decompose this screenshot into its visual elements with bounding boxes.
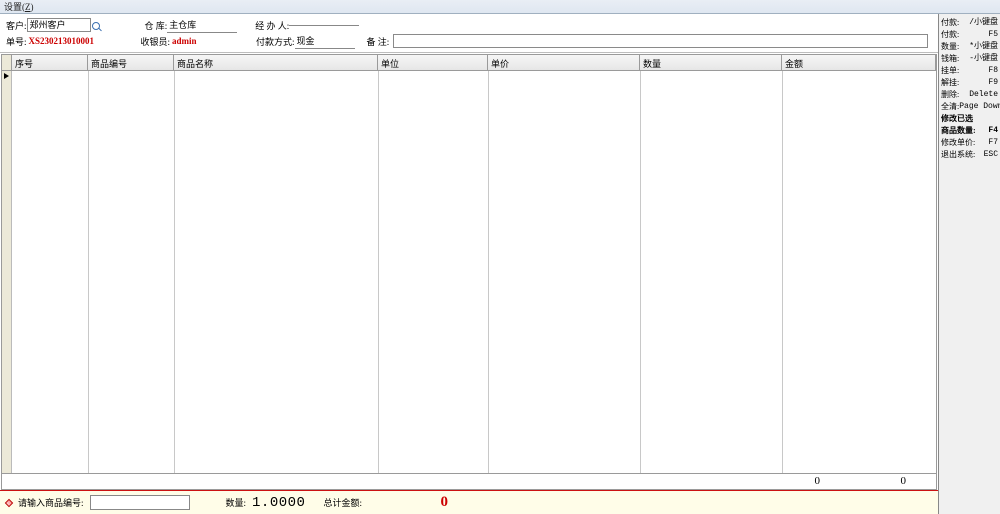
search-icon[interactable]	[91, 21, 103, 33]
customer-input[interactable]: 郑州客户	[27, 18, 91, 32]
menubar[interactable]: 设置(Z)	[0, 0, 1000, 14]
warehouse-value[interactable]: 主仓库	[167, 18, 237, 33]
customer-label: 客户:	[6, 19, 27, 32]
input-bar: 请输入商品编号: 数量: 1.0000 总计金额: 0	[0, 490, 938, 514]
total-value: 0	[368, 494, 448, 511]
col-name[interactable]: 商品名称	[174, 55, 378, 70]
shortcut-sidebar: 付款:/小键盘付款:F5数量:*小键盘钱箱:-小键盘挂单:F8解挂:F9删除:D…	[938, 14, 1000, 514]
shortcut-row: 删除:Delete	[941, 89, 998, 101]
grid-body[interactable]	[2, 71, 936, 473]
shortcut-row: 付款:/小键盘	[941, 17, 998, 29]
shortcut-row: 退出系统:ESC	[941, 149, 998, 161]
shortcut-row: 商品数量:F4	[941, 125, 998, 137]
shortcut-row: 解挂:F9	[941, 77, 998, 89]
col-price[interactable]: 单价	[488, 55, 640, 70]
orderno-label: 单号:	[6, 35, 27, 48]
col-qty[interactable]: 数量	[640, 55, 782, 70]
qty-label: 数量:	[226, 496, 247, 509]
paymethod-value[interactable]: 现金	[295, 34, 355, 49]
prompt-label: 请输入商品编号:	[18, 496, 84, 509]
shortcut-row: 钱箱:-小键盘	[941, 53, 998, 65]
col-seq[interactable]: 序号	[12, 55, 88, 70]
qty-value[interactable]: 1.0000	[252, 495, 305, 511]
shortcut-row: 修改已选	[941, 113, 998, 125]
cashier-value: admin	[170, 34, 240, 48]
diamond-icon	[5, 498, 13, 506]
col-amount[interactable]: 金额	[782, 55, 936, 70]
menu-settings[interactable]: 设置(Z)	[4, 2, 34, 12]
orderno-value: XS230213010001	[27, 34, 111, 48]
grid-header: 序号 商品编号 商品名称 单位 单价 数量 金额	[2, 55, 936, 71]
grid-footer: 0 0	[2, 473, 936, 489]
shortcut-row: 全清:Page Down	[941, 101, 998, 113]
col-code[interactable]: 商品编号	[88, 55, 174, 70]
product-code-input[interactable]	[90, 495, 190, 510]
warehouse-label: 仓 库:	[145, 19, 168, 32]
form-area: 客户: 郑州客户 仓 库: 主仓库 经 办 人: 单号: XS230213010…	[0, 14, 938, 53]
shortcut-row: 付款:F5	[941, 29, 998, 41]
data-grid[interactable]: 序号 商品编号 商品名称 单位 单价 数量 金额	[1, 54, 937, 490]
shortcut-row: 修改单价:F7	[941, 137, 998, 149]
shortcut-row: 挂单:F8	[941, 65, 998, 77]
col-unit[interactable]: 单位	[378, 55, 488, 70]
cashier-label: 收银员:	[141, 35, 171, 48]
footer-qty: 0	[706, 474, 826, 489]
handler-value[interactable]	[289, 25, 359, 26]
remarks-input[interactable]	[393, 34, 928, 48]
total-label: 总计金额:	[323, 496, 362, 509]
row-pointer	[2, 71, 12, 473]
handler-label: 经 办 人:	[255, 19, 289, 32]
remarks-label: 备 注:	[367, 35, 390, 48]
shortcut-row: 数量:*小键盘	[941, 41, 998, 53]
paymethod-label: 付款方式:	[256, 35, 295, 48]
footer-amount: 0	[826, 474, 936, 489]
